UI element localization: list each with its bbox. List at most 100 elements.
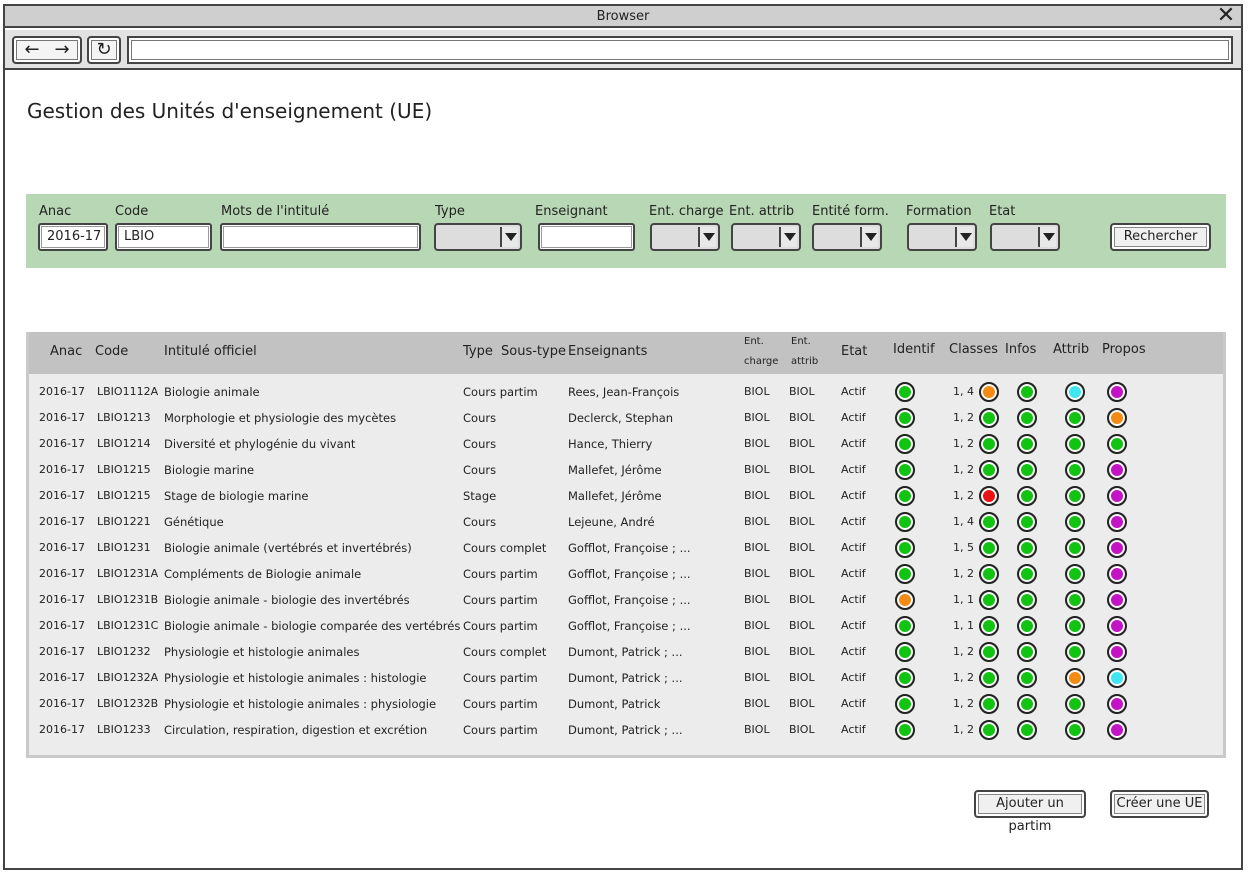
table-row[interactable]: 2016-17 LBIO1112A Biologie animale Cours pa… bbox=[29, 379, 1223, 405]
classes-status-dot-icon[interactable] bbox=[979, 694, 999, 714]
classes-status-dot-icon[interactable] bbox=[979, 408, 999, 428]
enseignant-input[interactable] bbox=[538, 223, 635, 251]
search-button[interactable]: Rechercher bbox=[1110, 223, 1211, 251]
add-partim-button[interactable]: Ajouter un partim bbox=[974, 790, 1086, 834]
classes-status-dot-icon[interactable] bbox=[979, 720, 999, 740]
table-row[interactable]: 2016-17 LBIO1231A Compléments de Biologie … bbox=[29, 561, 1223, 587]
col-etat-header[interactable]: Etat bbox=[841, 344, 867, 359]
infos-status-dot-icon[interactable] bbox=[1017, 564, 1037, 584]
table-row[interactable]: 2016-17 LBIO1232A Physiologie et histologi… bbox=[29, 665, 1223, 691]
table-row[interactable]: 2016-17 LBIO1213 Morphologie et physiologi… bbox=[29, 405, 1223, 431]
propos-status-dot-icon[interactable] bbox=[1107, 694, 1127, 714]
attrib-status-dot-icon[interactable] bbox=[1065, 382, 1085, 402]
attrib-status-dot-icon[interactable] bbox=[1065, 460, 1085, 480]
infos-status-dot-icon[interactable] bbox=[1017, 460, 1037, 480]
propos-status-dot-icon[interactable] bbox=[1107, 616, 1127, 636]
classes-status-dot-icon[interactable] bbox=[979, 590, 999, 610]
infos-status-dot-icon[interactable] bbox=[1017, 434, 1037, 454]
identif-status-dot-icon[interactable] bbox=[895, 694, 915, 714]
attrib-status-dot-icon[interactable] bbox=[1065, 538, 1085, 558]
propos-status-dot-icon[interactable] bbox=[1107, 564, 1127, 584]
type-select[interactable] bbox=[434, 223, 522, 251]
infos-status-dot-icon[interactable] bbox=[1017, 668, 1037, 688]
propos-status-dot-icon[interactable] bbox=[1107, 434, 1127, 454]
col-type-header[interactable]: Type bbox=[463, 344, 493, 359]
col-ent-attrib-header-line2[interactable]: attrib bbox=[791, 352, 818, 372]
infos-status-dot-icon[interactable] bbox=[1017, 720, 1037, 740]
identif-status-dot-icon[interactable] bbox=[895, 486, 915, 506]
identif-status-dot-icon[interactable] bbox=[895, 668, 915, 688]
anac-input[interactable]: 2016-17 bbox=[38, 223, 108, 251]
classes-status-dot-icon[interactable] bbox=[979, 512, 999, 532]
col-sous-type-header[interactable]: Sous-type bbox=[501, 344, 566, 359]
attrib-status-dot-icon[interactable] bbox=[1065, 564, 1085, 584]
attrib-status-dot-icon[interactable] bbox=[1065, 642, 1085, 662]
classes-status-dot-icon[interactable] bbox=[979, 538, 999, 558]
forward-icon[interactable]: → bbox=[47, 38, 77, 61]
identif-status-dot-icon[interactable] bbox=[895, 408, 915, 428]
propos-status-dot-icon[interactable] bbox=[1107, 642, 1127, 662]
back-icon[interactable]: ← bbox=[17, 38, 47, 61]
table-row[interactable]: 2016-17 LBIO1231C Biologie animale - biolo… bbox=[29, 613, 1223, 639]
identif-status-dot-icon[interactable] bbox=[895, 720, 915, 740]
identif-status-dot-icon[interactable] bbox=[895, 460, 915, 480]
identif-status-dot-icon[interactable] bbox=[895, 382, 915, 402]
table-row[interactable]: 2016-17 LBIO1233 Circulation, respiration… bbox=[29, 717, 1223, 743]
table-row[interactable]: 2016-17 LBIO1215 Biologie marine Cours Malle… bbox=[29, 457, 1223, 483]
classes-status-dot-icon[interactable] bbox=[979, 564, 999, 584]
col-ent-charge-header-line2[interactable]: charge bbox=[744, 352, 778, 372]
propos-status-dot-icon[interactable] bbox=[1107, 512, 1127, 532]
intitule-input[interactable] bbox=[220, 223, 421, 251]
attrib-status-dot-icon[interactable] bbox=[1065, 616, 1085, 636]
table-row[interactable]: 2016-17 LBIO1231 Biologie animale (vertébr… bbox=[29, 535, 1223, 561]
infos-status-dot-icon[interactable] bbox=[1017, 694, 1037, 714]
infos-status-dot-icon[interactable] bbox=[1017, 590, 1037, 610]
classes-status-dot-icon[interactable] bbox=[979, 434, 999, 454]
identif-status-dot-icon[interactable] bbox=[895, 512, 915, 532]
identif-status-dot-icon[interactable] bbox=[895, 564, 915, 584]
attrib-status-dot-icon[interactable] bbox=[1065, 512, 1085, 532]
attrib-status-dot-icon[interactable] bbox=[1065, 434, 1085, 454]
infos-status-dot-icon[interactable] bbox=[1017, 642, 1037, 662]
etat-select[interactable] bbox=[990, 223, 1060, 251]
table-row[interactable]: 2016-17 LBIO1232 Physiologie et histologie… bbox=[29, 639, 1223, 665]
classes-status-dot-icon[interactable] bbox=[979, 642, 999, 662]
close-icon[interactable]: ✕ bbox=[1215, 5, 1237, 27]
attrib-status-dot-icon[interactable] bbox=[1065, 408, 1085, 428]
formation-select[interactable] bbox=[907, 223, 977, 251]
col-propos-header[interactable]: Propos bbox=[1102, 342, 1146, 357]
entite-form-select[interactable] bbox=[812, 223, 882, 251]
address-bar[interactable] bbox=[127, 36, 1233, 64]
propos-status-dot-icon[interactable] bbox=[1107, 408, 1127, 428]
propos-status-dot-icon[interactable] bbox=[1107, 720, 1127, 740]
classes-status-dot-icon[interactable] bbox=[979, 486, 999, 506]
table-row[interactable]: 2016-17 LBIO1215 Stage de biologie marine S… bbox=[29, 483, 1223, 509]
classes-status-dot-icon[interactable] bbox=[979, 616, 999, 636]
infos-status-dot-icon[interactable] bbox=[1017, 538, 1037, 558]
col-attrib-header[interactable]: Attrib bbox=[1053, 342, 1089, 357]
col-intitule-header[interactable]: Intitulé officiel bbox=[164, 344, 257, 359]
identif-status-dot-icon[interactable] bbox=[895, 642, 915, 662]
table-row[interactable]: 2016-17 LBIO1214 Diversité et phylogénie d… bbox=[29, 431, 1223, 457]
identif-status-dot-icon[interactable] bbox=[895, 616, 915, 636]
col-code-header[interactable]: Code bbox=[95, 344, 128, 359]
table-row[interactable]: 2016-17 LBIO1232B Physiologie et histologi… bbox=[29, 691, 1223, 717]
col-enseignants-header[interactable]: Enseignants bbox=[568, 344, 647, 359]
propos-status-dot-icon[interactable] bbox=[1107, 668, 1127, 688]
col-infos-header[interactable]: Infos bbox=[1005, 342, 1036, 357]
table-row[interactable]: 2016-17 LBIO1221 Génétique Cours Lejeune, An… bbox=[29, 509, 1223, 535]
col-classes-header[interactable]: Classes bbox=[949, 342, 998, 357]
infos-status-dot-icon[interactable] bbox=[1017, 408, 1037, 428]
propos-status-dot-icon[interactable] bbox=[1107, 590, 1127, 610]
attrib-status-dot-icon[interactable] bbox=[1065, 590, 1085, 610]
propos-status-dot-icon[interactable] bbox=[1107, 486, 1127, 506]
identif-status-dot-icon[interactable] bbox=[895, 538, 915, 558]
infos-status-dot-icon[interactable] bbox=[1017, 512, 1037, 532]
attrib-status-dot-icon[interactable] bbox=[1065, 486, 1085, 506]
table-row[interactable]: 2016-17 LBIO1231B Biologie animale - biolo… bbox=[29, 587, 1223, 613]
reload-icon[interactable]: ↻ bbox=[87, 36, 121, 64]
attrib-status-dot-icon[interactable] bbox=[1065, 694, 1085, 714]
col-ent-charge-header-line1[interactable]: Ent. bbox=[744, 332, 764, 352]
col-identif-header[interactable]: Identif bbox=[893, 342, 935, 357]
ent-charge-select[interactable] bbox=[650, 223, 720, 251]
